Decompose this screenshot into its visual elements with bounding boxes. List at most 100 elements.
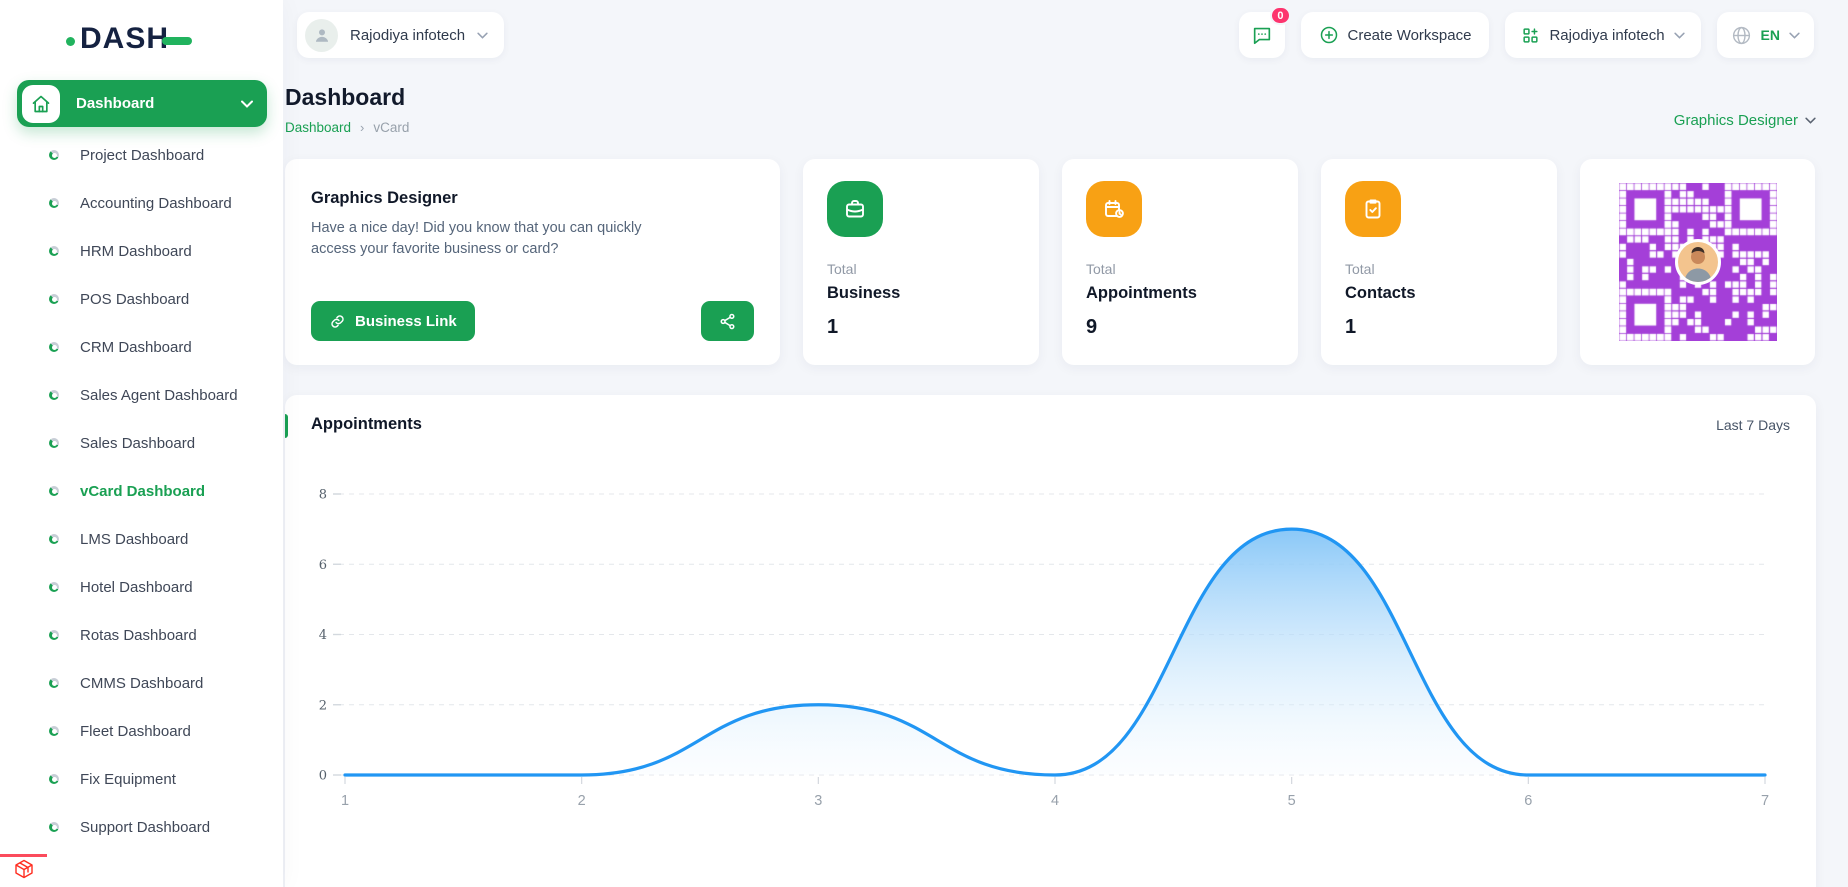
panel-title: Appointments: [311, 415, 422, 434]
circle-plus-icon: [1319, 25, 1339, 45]
stat-value: 9: [1086, 316, 1274, 339]
sidebar-item-label: Support Dashboard: [80, 819, 210, 836]
create-workspace-button[interactable]: Create Workspace: [1301, 12, 1490, 58]
svg-text:5: 5: [1288, 793, 1296, 809]
app-logo[interactable]: DASH: [0, 0, 283, 54]
circle-bullet-icon: [49, 198, 59, 208]
laravel-debugbar-chip[interactable]: [0, 854, 47, 887]
sidebar-item-label: Fix Equipment: [80, 771, 176, 788]
sidebar-item-lms-dashboard[interactable]: LMS Dashboard: [0, 515, 283, 563]
main-canvas: Rajodiya infotech 0 Create Workspace Raj…: [283, 0, 1848, 887]
stat-card-contacts: Total Contacts 1: [1321, 159, 1557, 365]
svg-text:4: 4: [1051, 793, 1059, 809]
stat-card-business: Total Business 1: [803, 159, 1039, 365]
chevron-down-icon: [1789, 32, 1800, 39]
svg-text:0: 0: [319, 769, 327, 784]
workspace-switcher[interactable]: Rajodiya infotech: [1505, 12, 1700, 58]
circle-bullet-icon: [49, 726, 59, 736]
circle-bullet-icon: [49, 582, 59, 592]
chevron-right-icon: ›: [360, 120, 364, 135]
briefcase-icon: [827, 181, 883, 237]
breadcrumb: Dashboard › vCard: [285, 120, 409, 135]
qr-code-card: [1580, 159, 1815, 365]
avatar: [305, 19, 338, 52]
svg-text:2: 2: [319, 698, 327, 713]
svg-text:2: 2: [578, 793, 586, 809]
stat-top-label: Total: [1345, 261, 1533, 277]
sidebar-item-label: Project Dashboard: [80, 147, 204, 164]
chevron-down-icon: [477, 32, 488, 39]
sidebar-group-label: Dashboard: [76, 95, 154, 112]
appointments-panel: Appointments Last 7 Days 864201234567: [285, 395, 1816, 887]
sidebar-item-label: Fleet Dashboard: [80, 723, 191, 740]
appointments-area-chart[interactable]: 864201234567: [285, 442, 1816, 867]
sidebar-item-label: Rotas Dashboard: [80, 627, 197, 644]
circle-bullet-icon: [49, 150, 59, 160]
sidebar-item-sales-agent-dashboard[interactable]: Sales Agent Dashboard: [0, 371, 283, 419]
stat-label: Appointments: [1086, 284, 1274, 303]
globe-icon: [1731, 25, 1752, 46]
sidebar-item-support-dashboard[interactable]: Support Dashboard: [0, 803, 283, 851]
chat-bubble-icon: [1251, 24, 1273, 46]
sidebar-item-fleet-dashboard[interactable]: Fleet Dashboard: [0, 707, 283, 755]
business-link-label: Business Link: [355, 313, 457, 330]
sidebar-item-label: Sales Agent Dashboard: [80, 387, 238, 404]
qr-code[interactable]: [1619, 183, 1777, 341]
stat-label: Business: [827, 284, 1015, 303]
sidebar-item-label: CRM Dashboard: [80, 339, 192, 356]
user-menu-pill[interactable]: Rajodiya infotech: [297, 12, 504, 58]
business-link-button[interactable]: Business Link: [311, 301, 475, 341]
panel-range-label: Last 7 Days: [1716, 417, 1790, 433]
breadcrumb-home-link[interactable]: Dashboard: [285, 120, 351, 135]
role-filter-label: Graphics Designer: [1674, 112, 1798, 129]
chevron-down-icon: [241, 95, 253, 113]
sidebar-item-project-dashboard[interactable]: Project Dashboard: [0, 131, 283, 179]
sidebar-item-sales-dashboard[interactable]: Sales Dashboard: [0, 419, 283, 467]
breadcrumb-current: vCard: [373, 120, 409, 135]
sidebar-item-label: CMMS Dashboard: [80, 675, 203, 692]
sidebar-item-accounting-dashboard[interactable]: Accounting Dashboard: [0, 179, 283, 227]
sidebar-item-hrm-dashboard[interactable]: HRM Dashboard: [0, 227, 283, 275]
sidebar-item-label: LMS Dashboard: [80, 531, 188, 548]
sidebar: DASH Dashboard Project Dashboard Accounti…: [0, 0, 283, 887]
sidebar-item-crm-dashboard[interactable]: CRM Dashboard: [0, 323, 283, 371]
workspace-name: Rajodiya infotech: [1549, 27, 1664, 44]
circle-bullet-icon: [49, 630, 59, 640]
welcome-card: Graphics Designer Have a nice day! Did y…: [285, 159, 780, 365]
role-filter-dropdown[interactable]: Graphics Designer: [1674, 112, 1816, 129]
language-code: EN: [1761, 27, 1780, 43]
circle-bullet-icon: [49, 246, 59, 256]
sidebar-menu: Project Dashboard Accounting Dashboard HRM…: [0, 131, 283, 851]
topbar: Rajodiya infotech 0 Create Workspace Raj…: [283, 0, 1848, 58]
sidebar-item-vcard-dashboard[interactable]: vCard Dashboard: [0, 467, 283, 515]
sidebar-item-pos-dashboard[interactable]: POS Dashboard: [0, 275, 283, 323]
sidebar-item-label: Sales Dashboard: [80, 435, 195, 452]
language-selector[interactable]: EN: [1717, 12, 1814, 58]
chevron-down-icon: [1674, 32, 1685, 39]
svg-text:6: 6: [319, 558, 327, 573]
share-nodes-icon: [718, 312, 737, 331]
sidebar-item-label: HRM Dashboard: [80, 243, 192, 260]
topbar-actions: 0 Create Workspace Rajodiya infotech EN: [1239, 12, 1814, 58]
stat-value: 1: [1345, 316, 1533, 339]
circle-bullet-icon: [49, 678, 59, 688]
sidebar-item-label: Accounting Dashboard: [80, 195, 232, 212]
svg-text:7: 7: [1761, 793, 1769, 809]
page-head: Dashboard Dashboard › vCard Graphics Des…: [285, 84, 1816, 135]
panel-accent-bar: [285, 414, 288, 438]
svg-text:3: 3: [814, 793, 822, 809]
sidebar-item-hotel-dashboard[interactable]: Hotel Dashboard: [0, 563, 283, 611]
sidebar-group-dashboard[interactable]: Dashboard: [17, 80, 267, 127]
share-button[interactable]: [701, 301, 754, 341]
sidebar-item-fix-equipment[interactable]: Fix Equipment: [0, 755, 283, 803]
welcome-title: Graphics Designer: [311, 189, 754, 208]
sidebar-item-rotas-dashboard[interactable]: Rotas Dashboard: [0, 611, 283, 659]
logo-text: DASH: [80, 24, 169, 54]
user-name: Rajodiya infotech: [350, 27, 465, 44]
sidebar-item-cmms-dashboard[interactable]: CMMS Dashboard: [0, 659, 283, 707]
stat-top-label: Total: [1086, 261, 1274, 277]
messages-button[interactable]: 0: [1239, 12, 1285, 58]
stat-top-label: Total: [827, 261, 1015, 277]
svg-text:1: 1: [341, 793, 349, 809]
summary-cards-row: Graphics Designer Have a nice day! Did y…: [285, 159, 1816, 365]
